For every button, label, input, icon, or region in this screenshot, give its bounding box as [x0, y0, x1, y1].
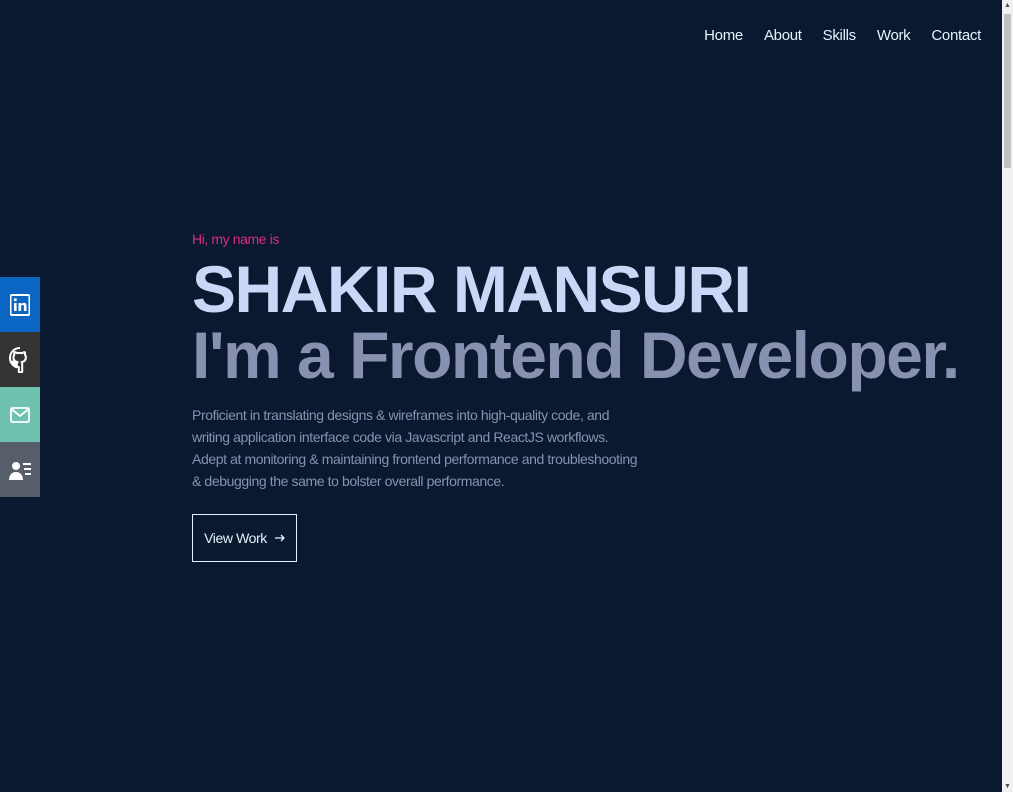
social-sidebar — [0, 277, 40, 497]
greeting-text: Hi, my name is — [192, 231, 279, 247]
nav-work-link[interactable]: Work — [877, 27, 911, 44]
hero-tagline: I'm a Frontend Developer. — [192, 318, 960, 392]
resume-link[interactable] — [0, 442, 40, 497]
top-nav: Home About Skills Work Contact — [683, 27, 981, 44]
hero-section: Hi, my name is SHAKIR MANSURI I'm a Fron… — [192, 231, 960, 562]
page-scrollbar[interactable]: ▲ ▼ — [1002, 0, 1013, 792]
nav-contact-link[interactable]: Contact — [931, 27, 981, 44]
github-icon — [9, 346, 27, 373]
view-work-label: View Work — [204, 530, 267, 546]
nav-about-link[interactable]: About — [764, 27, 802, 44]
arrow-right-icon — [274, 534, 285, 542]
github-link[interactable] — [0, 332, 40, 387]
resume-icon — [9, 461, 31, 480]
email-link[interactable] — [0, 387, 40, 442]
scroll-down-icon[interactable]: ▼ — [1002, 781, 1013, 792]
linkedin-icon — [10, 293, 30, 316]
nav-skills-link[interactable]: Skills — [823, 27, 857, 44]
nav-home-link[interactable]: Home — [704, 27, 743, 44]
scroll-up-icon[interactable]: ▲ — [1002, 0, 1013, 11]
email-icon — [10, 406, 30, 423]
page: Home About Skills Work Contact Hi, my na… — [0, 0, 1013, 792]
hero-name: SHAKIR MANSURI — [192, 252, 752, 326]
viewport: Home About Skills Work Contact Hi, my na… — [0, 0, 1002, 792]
view-work-button[interactable]: View Work — [192, 514, 297, 562]
linkedin-link[interactable] — [0, 277, 40, 332]
hero-description: Proficient in translating designs & wire… — [192, 407, 638, 489]
scrollbar-thumb[interactable] — [1004, 14, 1011, 168]
